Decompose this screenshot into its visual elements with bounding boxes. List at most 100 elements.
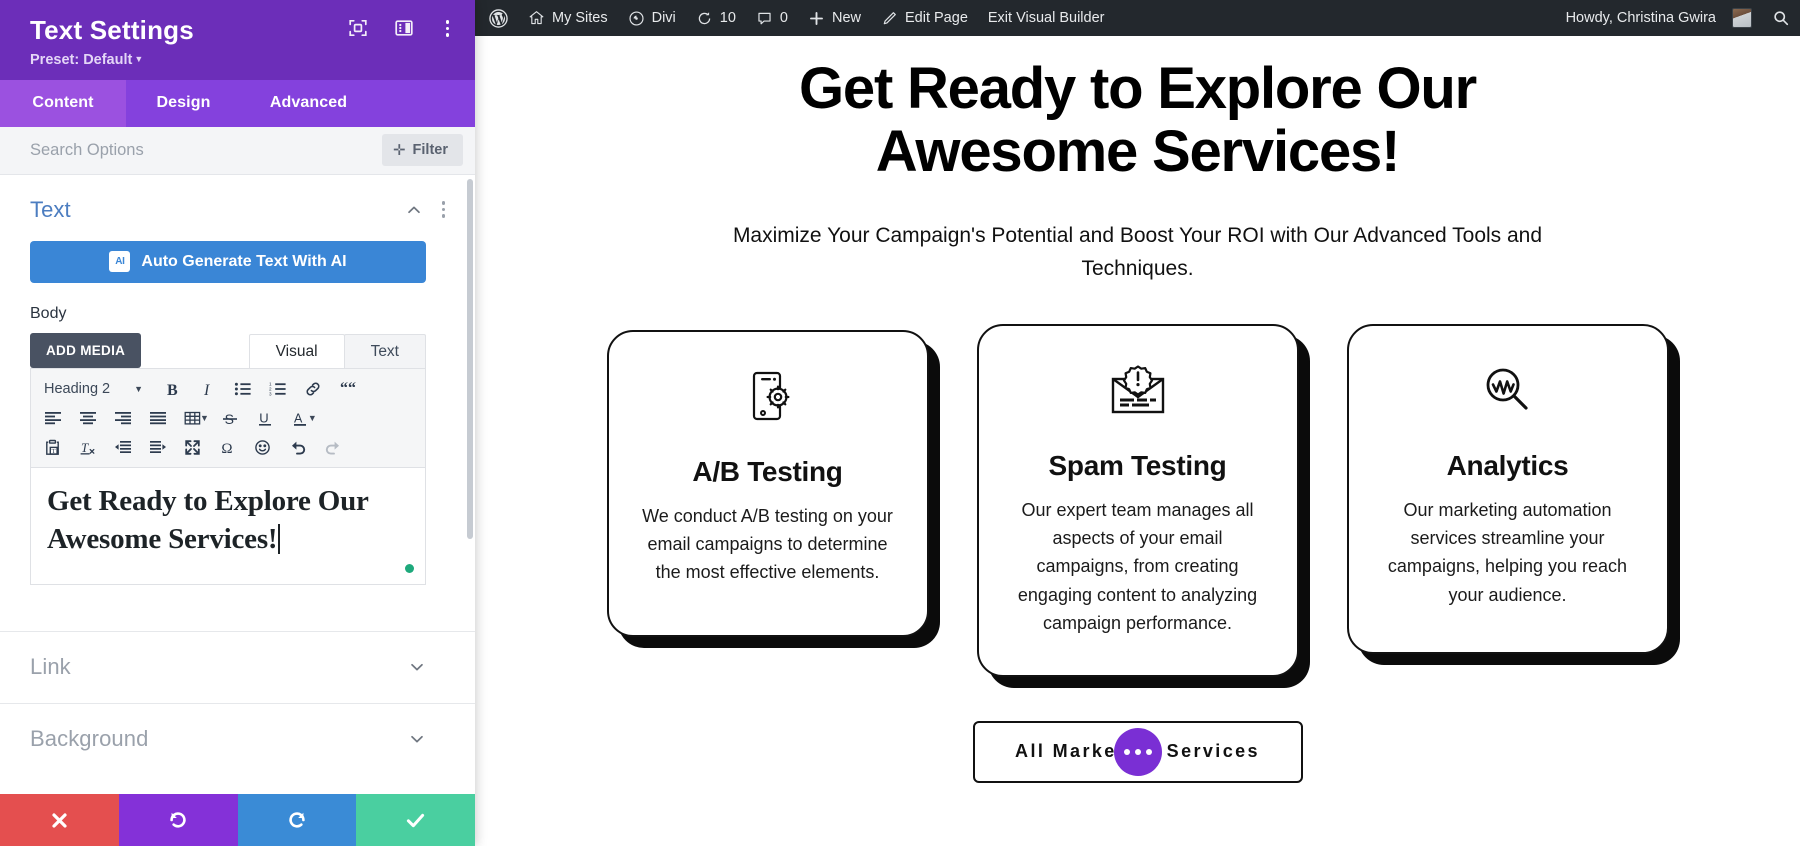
admin-bar-edit-page[interactable]: Edit Page [871, 0, 978, 36]
text-color-chevron-down-icon[interactable]: ▼ [308, 413, 317, 423]
blockquote-icon[interactable]: ““ [330, 375, 365, 403]
admin-bar-howdy[interactable]: Howdy, Christina Gwira [1552, 0, 1762, 36]
tab-design[interactable]: Design [126, 80, 241, 127]
page-canvas: Get Ready to Explore Our Awesome Service… [475, 36, 1800, 846]
admin-bar-divi-label: Divi [652, 10, 676, 26]
auto-generate-text-with-ai-button[interactable]: AI Auto Generate Text With AI [30, 241, 426, 283]
search-input[interactable] [30, 141, 382, 160]
undo-icon[interactable] [280, 433, 315, 461]
svg-text:B: B [167, 382, 178, 398]
italic-icon[interactable]: I [190, 375, 225, 403]
updates-icon [696, 10, 713, 27]
svg-text:A: A [294, 411, 303, 425]
service-card[interactable]: A/B Testing We conduct A/B testing on yo… [607, 330, 929, 637]
svg-text:I: I [203, 382, 210, 398]
chevron-up-icon[interactable] [406, 202, 422, 218]
text-cursor [278, 524, 280, 554]
tab-visual[interactable]: Visual [249, 334, 345, 368]
panel-scrollbar[interactable] [467, 179, 473, 539]
redo-button[interactable] [238, 794, 357, 846]
fullscreen-icon[interactable] [175, 433, 210, 461]
section-title-text: Text [30, 197, 406, 223]
align-justify-icon[interactable] [140, 404, 175, 432]
service-card[interactable]: Spam Testing Our expert team manages all… [977, 324, 1299, 677]
focus-target-icon[interactable] [348, 18, 368, 38]
bulleted-list-icon[interactable] [225, 375, 260, 403]
numbered-list-icon[interactable]: 123 [260, 375, 295, 403]
bold-icon[interactable]: B [155, 375, 190, 403]
sites-icon [528, 10, 545, 27]
ai-icon: AI [109, 251, 130, 272]
layout-panel-icon[interactable] [394, 18, 414, 38]
panel-tabs: Content Design Advanced [0, 80, 475, 127]
body-editor: ADD MEDIA Visual Text Heading 2 ▼ B [30, 332, 426, 585]
filter-button[interactable]: ✛ Filter [382, 134, 463, 166]
panel-preset[interactable]: Preset: Default▼ [30, 52, 453, 68]
editor-content-area[interactable]: Get Ready to Explore Our Awesome Service… [30, 468, 426, 585]
ellipsis-icon[interactable] [1114, 728, 1162, 776]
chevron-down-icon[interactable] [409, 731, 425, 747]
editor-toolbar-row-1: Heading 2 ▼ B I 123 [35, 375, 421, 404]
ai-button-label: Auto Generate Text With AI [141, 253, 346, 271]
admin-bar-new-label: New [832, 10, 861, 26]
section-background[interactable]: Background [0, 703, 475, 775]
section-title-background: Background [30, 726, 409, 752]
chevron-down-icon[interactable] [409, 659, 425, 675]
emoji-icon[interactable] [245, 433, 280, 461]
strikethrough-icon[interactable]: S [213, 404, 248, 432]
body-field-label: Body [30, 305, 475, 323]
add-media-button[interactable]: ADD MEDIA [30, 333, 141, 368]
editor-toolbar: Heading 2 ▼ B I 123 [30, 368, 426, 468]
indent-icon[interactable] [140, 433, 175, 461]
editor-heading-text: Get Ready to Explore Our Awesome Service… [47, 482, 409, 559]
paste-as-text-icon[interactable]: T [35, 433, 70, 461]
align-center-icon[interactable] [70, 404, 105, 432]
align-right-icon[interactable] [105, 404, 140, 432]
format-select[interactable]: Heading 2 ▼ [35, 376, 151, 403]
admin-bar-wordpress-logo[interactable] [475, 0, 518, 36]
section-link[interactable]: Link [0, 631, 475, 703]
admin-bar-my-sites[interactable]: My Sites [518, 0, 618, 36]
admin-bar-exit-visual-builder[interactable]: Exit Visual Builder [978, 0, 1115, 36]
undo-button[interactable] [119, 794, 238, 846]
redo-icon[interactable] [315, 433, 350, 461]
panel-action-bar [0, 794, 475, 846]
section-more-options-icon[interactable] [442, 201, 446, 218]
admin-bar-search[interactable] [1762, 0, 1800, 36]
link-icon[interactable] [295, 375, 330, 403]
phone-settings-icon [635, 366, 901, 430]
close-icon [49, 810, 70, 831]
tab-advanced[interactable]: Advanced [241, 80, 376, 127]
panel-preset-label: Preset: Default [30, 52, 132, 68]
save-button[interactable] [356, 794, 475, 846]
discard-button[interactable] [0, 794, 119, 846]
align-left-icon[interactable] [35, 404, 70, 432]
tab-content[interactable]: Content [0, 80, 126, 127]
admin-bar-comments-count: 0 [780, 10, 788, 26]
admin-bar-right-group: Howdy, Christina Gwira [1552, 0, 1800, 36]
outdent-icon[interactable] [105, 433, 140, 461]
admin-bar-comments[interactable]: 0 [746, 0, 798, 36]
service-card[interactable]: Analytics Our marketing automation servi… [1347, 324, 1669, 654]
special-character-icon[interactable]: Ω [210, 433, 245, 461]
admin-bar-divi[interactable]: Divi [618, 0, 686, 36]
clear-formatting-icon[interactable]: T [70, 433, 105, 461]
editor-toolbar-row-3: T T Ω [35, 433, 421, 462]
panel-header: Text Settings Preset: Default▼ [0, 0, 475, 80]
undo-icon [167, 809, 189, 831]
tab-text[interactable]: Text [344, 334, 426, 368]
table-chevron-down-icon[interactable]: ▼ [200, 413, 209, 423]
more-options-icon[interactable] [440, 18, 456, 39]
svg-text:“: “ [348, 381, 356, 397]
admin-bar-new[interactable]: New [798, 0, 871, 36]
underline-icon[interactable]: U [248, 404, 283, 432]
admin-bar-updates[interactable]: 10 [686, 0, 746, 36]
svg-text:3: 3 [269, 391, 272, 396]
avatar [1732, 8, 1752, 28]
chevron-down-icon: ▼ [134, 384, 143, 394]
svg-text:“: “ [340, 381, 348, 397]
page-subtitle: Maximize Your Campaign's Potential and B… [728, 219, 1548, 285]
admin-bar-exit-label: Exit Visual Builder [988, 10, 1105, 26]
service-cards: A/B Testing We conduct A/B testing on yo… [475, 330, 1800, 677]
plus-icon: ✛ [393, 141, 406, 159]
